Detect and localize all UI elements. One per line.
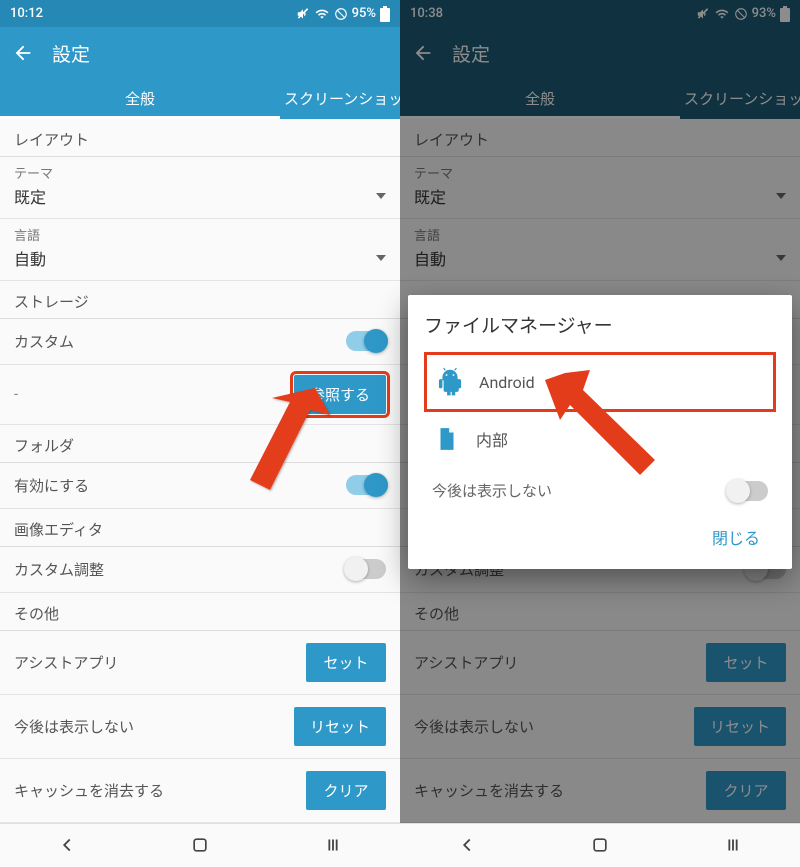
status-icons: 95%	[296, 6, 390, 22]
folder-enable-label: 有効にする	[14, 475, 89, 496]
file-manager-dialog: ファイルマネージャー Android 内部 今後は表示しない 閉じる	[408, 295, 792, 569]
tab-screenshot[interactable]: スクリーンショッ	[680, 79, 800, 119]
tab-bar: 全般 スクリーンショッ	[400, 79, 800, 119]
android-icon	[435, 367, 465, 397]
back-icon[interactable]	[412, 42, 434, 64]
app-bar: 設定	[0, 27, 400, 78]
chevron-down-icon	[776, 193, 786, 199]
dont-show-row: 今後は表示しない リセット	[400, 695, 800, 759]
theme-select[interactable]: テーマ 既定	[400, 157, 800, 219]
dialog-dont-show-switch[interactable]	[728, 481, 768, 501]
section-editor: 画像エディタ	[0, 509, 400, 547]
mute-icon	[296, 7, 310, 21]
section-layout: レイアウト	[400, 119, 800, 157]
screen-left: 10:12 95% 設定 全般 スクリーンショッ レイアウト テーマ 既定 言語…	[0, 0, 400, 867]
clear-cache-row: キャッシュを消去する クリア	[0, 759, 400, 823]
no-icon	[334, 7, 348, 21]
chevron-down-icon	[376, 255, 386, 261]
language-select[interactable]: 言語 自動	[0, 219, 400, 281]
nav-bar	[0, 823, 400, 867]
theme-select[interactable]: テーマ 既定	[0, 157, 400, 219]
section-storage: ストレージ	[0, 281, 400, 319]
tab-general[interactable]: 全般	[0, 79, 280, 119]
status-bar: 10:38 93%	[400, 0, 800, 27]
battery-icon	[380, 6, 390, 22]
language-label: 言語	[14, 225, 386, 244]
appbar-title: 設定	[52, 40, 90, 67]
theme-value: 既定	[14, 184, 46, 208]
assist-row: アシストアプリ セット	[400, 631, 800, 695]
wifi-icon	[714, 7, 730, 21]
theme-label: テーマ	[14, 163, 386, 182]
nav-recent-icon[interactable]	[722, 834, 744, 856]
file-icon	[432, 424, 462, 454]
section-other: その他	[400, 593, 800, 631]
status-icons: 93%	[696, 6, 790, 22]
nav-recent-icon[interactable]	[322, 834, 344, 856]
content: レイアウト テーマ 既定 言語 自動 ストレージ カスタム - 参照する フォル…	[0, 119, 400, 823]
browse-button[interactable]: 参照する	[294, 375, 386, 414]
chevron-down-icon	[376, 193, 386, 199]
dialog-android-label: Android	[479, 373, 535, 392]
clear-cache-row: キャッシュを消去する クリア	[400, 759, 800, 823]
dont-show-reset-button[interactable]: リセット	[694, 707, 786, 746]
language-value: 自動	[14, 246, 46, 270]
dialog-internal-label: 内部	[476, 427, 508, 451]
dialog-option-internal[interactable]: 内部	[424, 412, 776, 466]
appbar-title: 設定	[452, 40, 490, 67]
clear-cache-label: キャッシュを消去する	[14, 780, 164, 801]
dialog-dont-show-row: 今後は表示しない	[424, 466, 776, 509]
clear-cache-button[interactable]: クリア	[706, 771, 786, 810]
section-layout: レイアウト	[0, 119, 400, 157]
battery-text: 95%	[352, 6, 376, 21]
editor-custom-row: カスタム調整	[0, 547, 400, 593]
tab-screenshot[interactable]: スクリーンショッ	[280, 79, 400, 119]
storage-custom-switch[interactable]	[346, 331, 386, 351]
nav-home-icon[interactable]	[590, 835, 610, 855]
section-other: その他	[0, 593, 400, 631]
screen-right: 10:38 93% 設定 全般 スクリーンショッ レイアウト テーマ 既定 言語…	[400, 0, 800, 867]
dialog-dont-show-label: 今後は表示しない	[432, 480, 552, 501]
dont-show-reset-button[interactable]: リセット	[294, 707, 386, 746]
dialog-title: ファイルマネージャー	[424, 311, 776, 338]
folder-enable-switch[interactable]	[346, 475, 386, 495]
tab-general[interactable]: 全般	[400, 79, 680, 119]
nav-home-icon[interactable]	[190, 835, 210, 855]
no-icon	[734, 7, 748, 21]
clear-cache-button[interactable]: クリア	[306, 771, 386, 810]
editor-custom-label: カスタム調整	[14, 559, 104, 580]
dont-show-row: 今後は表示しない リセット	[0, 695, 400, 759]
dialog-actions: 閉じる	[424, 509, 776, 561]
section-folder: フォルダ	[0, 425, 400, 463]
language-select[interactable]: 言語 自動	[400, 219, 800, 281]
tab-bar: 全般 スクリーンショッ	[0, 79, 400, 119]
wifi-icon	[314, 7, 330, 21]
storage-path-row: - 参照する	[0, 365, 400, 425]
chevron-down-icon	[776, 255, 786, 261]
mute-icon	[696, 7, 710, 21]
assist-set-button[interactable]: セット	[706, 643, 786, 682]
dialog-option-android[interactable]: Android	[424, 352, 776, 412]
dialog-close-button[interactable]: 閉じる	[700, 517, 772, 557]
back-icon[interactable]	[12, 42, 34, 64]
folder-enable-row: 有効にする	[0, 463, 400, 509]
dont-show-label: 今後は表示しない	[14, 716, 134, 737]
storage-custom-label: カスタム	[14, 331, 74, 352]
status-time: 10:38	[410, 6, 443, 21]
nav-back-icon[interactable]	[456, 834, 478, 856]
storage-path-value: -	[14, 385, 18, 403]
assist-label: アシストアプリ	[14, 652, 118, 673]
editor-custom-switch[interactable]	[346, 559, 386, 579]
battery-icon	[780, 6, 790, 22]
status-bar: 10:12 95%	[0, 0, 400, 27]
app-bar: 設定	[400, 27, 800, 78]
storage-custom-row: カスタム	[0, 319, 400, 365]
status-time: 10:12	[10, 6, 43, 21]
assist-set-button[interactable]: セット	[306, 643, 386, 682]
assist-row: アシストアプリ セット	[0, 631, 400, 695]
battery-text: 93%	[752, 6, 776, 21]
nav-bar	[400, 823, 800, 867]
nav-back-icon[interactable]	[56, 834, 78, 856]
